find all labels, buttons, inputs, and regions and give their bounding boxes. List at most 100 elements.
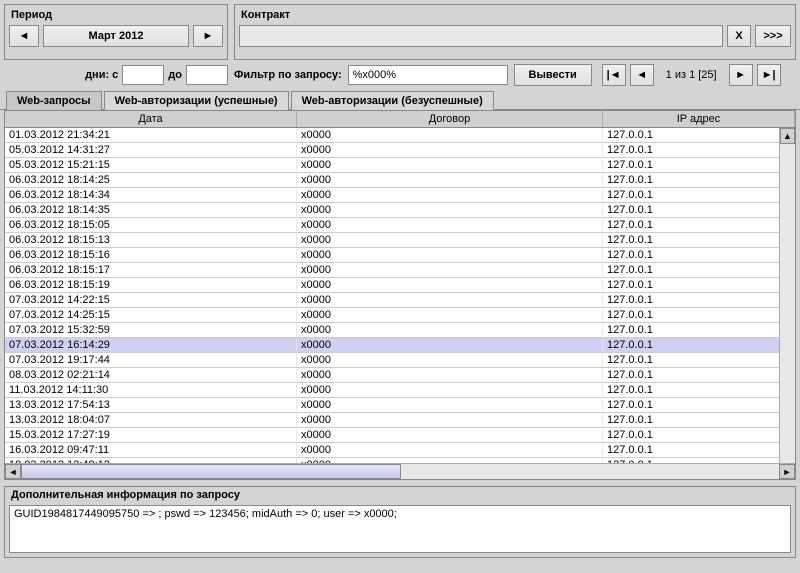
- table-row[interactable]: 06.03.2012 18:15:19x0000127.0.0.1: [5, 278, 795, 293]
- table-row[interactable]: 06.03.2012 18:15:17x0000127.0.0.1: [5, 263, 795, 278]
- cell-ip: 127.0.0.1: [603, 399, 795, 411]
- scroll-left-icon[interactable]: ◄: [5, 464, 21, 479]
- cell-date: 05.03.2012 15:21:15: [5, 159, 297, 171]
- month-button[interactable]: Март 2012: [43, 25, 189, 47]
- contract-title: Контракт: [239, 7, 791, 25]
- cell-ip: 127.0.0.1: [603, 264, 795, 276]
- cell-ip: 127.0.0.1: [603, 459, 795, 463]
- days-to-input[interactable]: [186, 65, 228, 85]
- col-header-date[interactable]: Дата: [5, 111, 297, 127]
- cell-contract: x0000: [297, 249, 603, 261]
- table-row[interactable]: 06.03.2012 18:15:05x0000127.0.0.1: [5, 218, 795, 233]
- days-from-input[interactable]: [122, 65, 164, 85]
- cell-date: 15.03.2012 17:27:19: [5, 429, 297, 441]
- browse-contract-button[interactable]: >>>: [755, 25, 791, 47]
- horizontal-scrollbar[interactable]: ◄ ►: [5, 463, 795, 479]
- table-row[interactable]: 15.03.2012 17:27:19x0000127.0.0.1: [5, 428, 795, 443]
- tab-2[interactable]: Web-авторизации (безуспешные): [291, 91, 494, 110]
- pager-text: 1 из 1 [25]: [658, 69, 725, 81]
- cell-date: 07.03.2012 16:14:29: [5, 339, 297, 351]
- pager-prev-button[interactable]: ◄: [630, 64, 654, 86]
- cell-contract: x0000: [297, 354, 603, 366]
- table-row[interactable]: 06.03.2012 18:14:34x0000127.0.0.1: [5, 188, 795, 203]
- days-from-label: дни: с: [85, 69, 118, 81]
- col-header-ip[interactable]: IP адрес: [603, 111, 795, 127]
- cell-ip: 127.0.0.1: [603, 249, 795, 261]
- tabs: Web-запросыWeb-авторизации (успешные)Web…: [0, 90, 800, 110]
- scroll-thumb[interactable]: [21, 464, 401, 479]
- cell-ip: 127.0.0.1: [603, 354, 795, 366]
- detail-title: Дополнительная информация по запросу: [5, 487, 795, 503]
- cell-contract: x0000: [297, 309, 603, 321]
- table-row[interactable]: 16.03.2012 09:47:11x0000127.0.0.1: [5, 443, 795, 458]
- cell-date: 06.03.2012 18:15:17: [5, 264, 297, 276]
- cell-contract: x0000: [297, 399, 603, 411]
- pager-first-button[interactable]: |◄: [602, 64, 626, 86]
- cell-ip: 127.0.0.1: [603, 369, 795, 381]
- cell-contract: x0000: [297, 174, 603, 186]
- period-title: Период: [9, 7, 223, 25]
- cell-contract: x0000: [297, 279, 603, 291]
- cell-contract: x0000: [297, 129, 603, 141]
- cell-date: 06.03.2012 18:14:35: [5, 204, 297, 216]
- table-row[interactable]: 08.03.2012 02:21:14x0000127.0.0.1: [5, 368, 795, 383]
- cell-contract: x0000: [297, 189, 603, 201]
- cell-ip: 127.0.0.1: [603, 279, 795, 291]
- detail-panel: Дополнительная информация по запросу GUI…: [4, 486, 796, 558]
- filter-input[interactable]: [348, 65, 508, 85]
- col-header-contract[interactable]: Договор: [297, 111, 603, 127]
- table-row[interactable]: 07.03.2012 15:32:59x0000127.0.0.1: [5, 323, 795, 338]
- cell-ip: 127.0.0.1: [603, 309, 795, 321]
- cell-date: 11.03.2012 14:11:30: [5, 384, 297, 396]
- table-row[interactable]: 01.03.2012 21:34:21x0000127.0.0.1: [5, 128, 795, 143]
- table-row[interactable]: 06.03.2012 18:14:35x0000127.0.0.1: [5, 203, 795, 218]
- table-row[interactable]: 06.03.2012 18:15:13x0000127.0.0.1: [5, 233, 795, 248]
- log-table: Дата Договор IP адрес 01.03.2012 21:34:2…: [4, 110, 796, 480]
- table-row[interactable]: 06.03.2012 18:15:16x0000127.0.0.1: [5, 248, 795, 263]
- table-row[interactable]: 11.03.2012 14:11:30x0000127.0.0.1: [5, 383, 795, 398]
- pager-next-button[interactable]: ►: [729, 64, 753, 86]
- table-row[interactable]: 13.03.2012 18:04:07x0000127.0.0.1: [5, 413, 795, 428]
- filter-label: Фильтр по запросу:: [234, 69, 342, 81]
- cell-date: 13.03.2012 17:54:13: [5, 399, 297, 411]
- cell-ip: 127.0.0.1: [603, 294, 795, 306]
- cell-ip: 127.0.0.1: [603, 159, 795, 171]
- tab-1[interactable]: Web-авторизации (успешные): [104, 91, 289, 110]
- table-row[interactable]: 13.03.2012 17:54:13x0000127.0.0.1: [5, 398, 795, 413]
- contract-panel: Контракт X >>>: [234, 4, 796, 60]
- cell-date: 06.03.2012 18:15:19: [5, 279, 297, 291]
- table-row[interactable]: 05.03.2012 14:31:27x0000127.0.0.1: [5, 143, 795, 158]
- cell-date: 07.03.2012 14:25:15: [5, 309, 297, 321]
- clear-contract-button[interactable]: X: [727, 25, 751, 47]
- output-button[interactable]: Вывести: [514, 64, 592, 86]
- cell-ip: 127.0.0.1: [603, 144, 795, 156]
- scroll-right-icon[interactable]: ►: [779, 464, 795, 479]
- cell-contract: x0000: [297, 369, 603, 381]
- tab-0[interactable]: Web-запросы: [6, 91, 102, 110]
- cell-ip: 127.0.0.1: [603, 324, 795, 336]
- cell-contract: x0000: [297, 444, 603, 456]
- table-row[interactable]: 07.03.2012 16:14:29x0000127.0.0.1: [5, 338, 795, 353]
- cell-date: 13.03.2012 18:04:07: [5, 414, 297, 426]
- next-month-button[interactable]: ►: [193, 25, 223, 47]
- table-row[interactable]: 07.03.2012 14:25:15x0000127.0.0.1: [5, 308, 795, 323]
- cell-contract: x0000: [297, 144, 603, 156]
- scroll-up-icon[interactable]: ▲: [780, 128, 795, 144]
- prev-month-button[interactable]: ◄: [9, 25, 39, 47]
- cell-ip: 127.0.0.1: [603, 189, 795, 201]
- vertical-scrollbar[interactable]: ▲: [779, 128, 795, 463]
- cell-date: 05.03.2012 14:31:27: [5, 144, 297, 156]
- cell-date: 07.03.2012 14:22:15: [5, 294, 297, 306]
- cell-ip: 127.0.0.1: [603, 129, 795, 141]
- pager-last-button[interactable]: ►|: [757, 64, 781, 86]
- table-row[interactable]: 05.03.2012 15:21:15x0000127.0.0.1: [5, 158, 795, 173]
- table-row[interactable]: 07.03.2012 14:22:15x0000127.0.0.1: [5, 293, 795, 308]
- table-row[interactable]: 07.03.2012 19:17:44x0000127.0.0.1: [5, 353, 795, 368]
- cell-date: 06.03.2012 18:14:34: [5, 189, 297, 201]
- cell-contract: x0000: [297, 204, 603, 216]
- cell-date: 06.03.2012 18:14:25: [5, 174, 297, 186]
- table-row[interactable]: 06.03.2012 18:14:25x0000127.0.0.1: [5, 173, 795, 188]
- cell-ip: 127.0.0.1: [603, 219, 795, 231]
- table-row[interactable]: 19.03.2012 12:48:12x0000127.0.0.1: [5, 458, 795, 463]
- pager: |◄ ◄ 1 из 1 [25] ► ►|: [602, 64, 781, 86]
